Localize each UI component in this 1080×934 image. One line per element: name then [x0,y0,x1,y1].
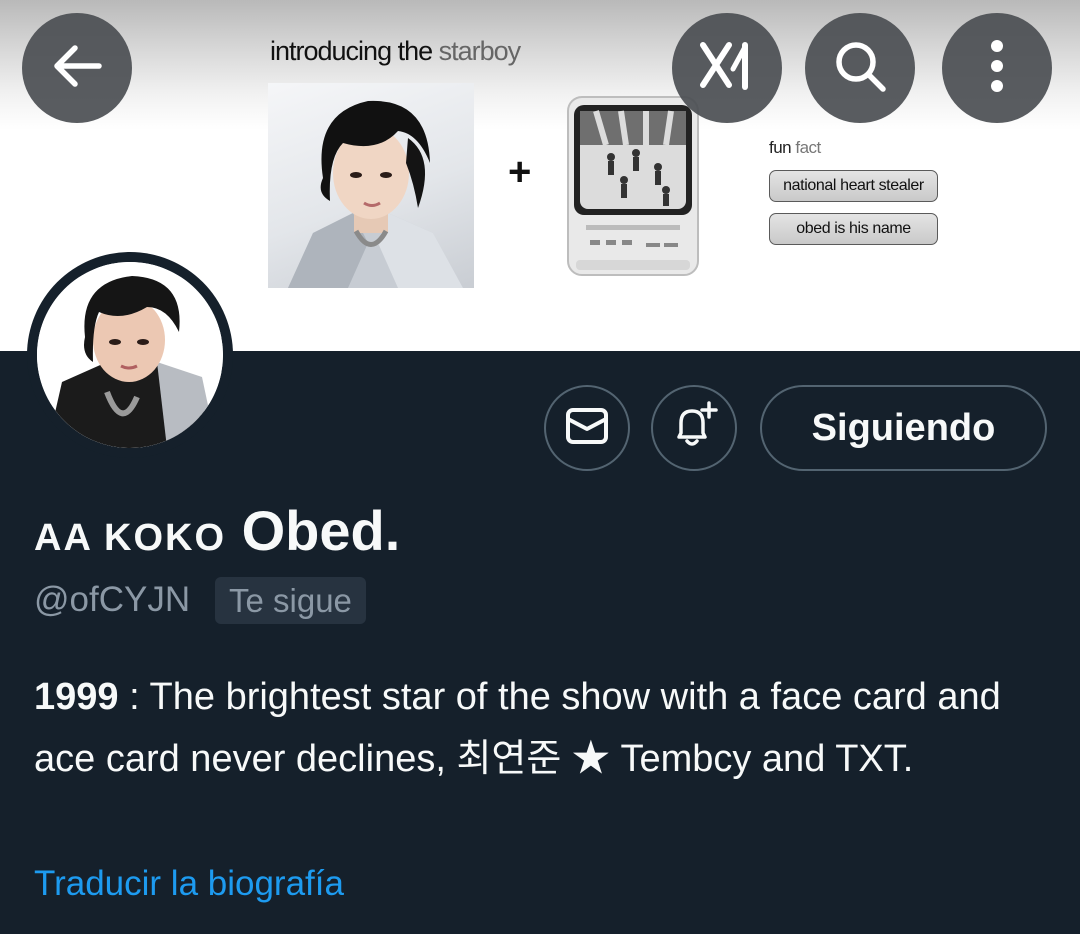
banner-title-highlight: starboy [438,36,522,66]
message-button[interactable] [544,385,630,471]
notifications-button[interactable] [651,385,737,471]
banner-pill-name: obed is his name [769,213,938,245]
banner-fun-fact-label: fun fact [769,138,821,158]
banner-plus-sign: + [508,150,532,194]
fun-fact-highlight: fact [795,138,821,157]
banner-title: introducing the starboy [270,36,522,67]
more-options-button[interactable] [942,13,1052,123]
banner-portrait-image [268,83,474,288]
grok-button[interactable] [672,13,782,123]
following-button-label: Siguiendo [811,406,996,449]
fun-fact-prefix: fun [769,138,792,157]
bell-plus-icon [669,401,719,455]
search-icon [832,38,888,98]
envelope-icon [565,407,609,449]
retro-tv-image [566,95,700,277]
more-vertical-icon [989,38,1005,98]
follows-you-badge: Te sigue [215,577,366,624]
banner-title-prefix: introducing the [270,36,433,66]
translate-bio-link[interactable]: Traducir la biografía [34,864,344,904]
arrow-left-icon [51,44,103,92]
display-name: AA KOKO Obed. [34,498,400,563]
banner-pill-heart-stealer: national heart stealer [769,170,938,202]
back-button[interactable] [22,13,132,123]
bio-year: 1999 [34,676,119,718]
display-name-main: Obed. [241,499,401,562]
bio-text: : The brightest star of the show with a … [34,676,1001,780]
user-handle: @ofCYJN [34,580,191,619]
following-button[interactable]: Siguiendo [760,385,1047,471]
display-name-smallcaps: AA KOKO [34,517,227,559]
grok-icon [699,41,755,95]
search-button[interactable] [805,13,915,123]
profile-bio: 1999 : The brightest star of the show wi… [34,666,1044,790]
avatar[interactable] [37,262,223,448]
